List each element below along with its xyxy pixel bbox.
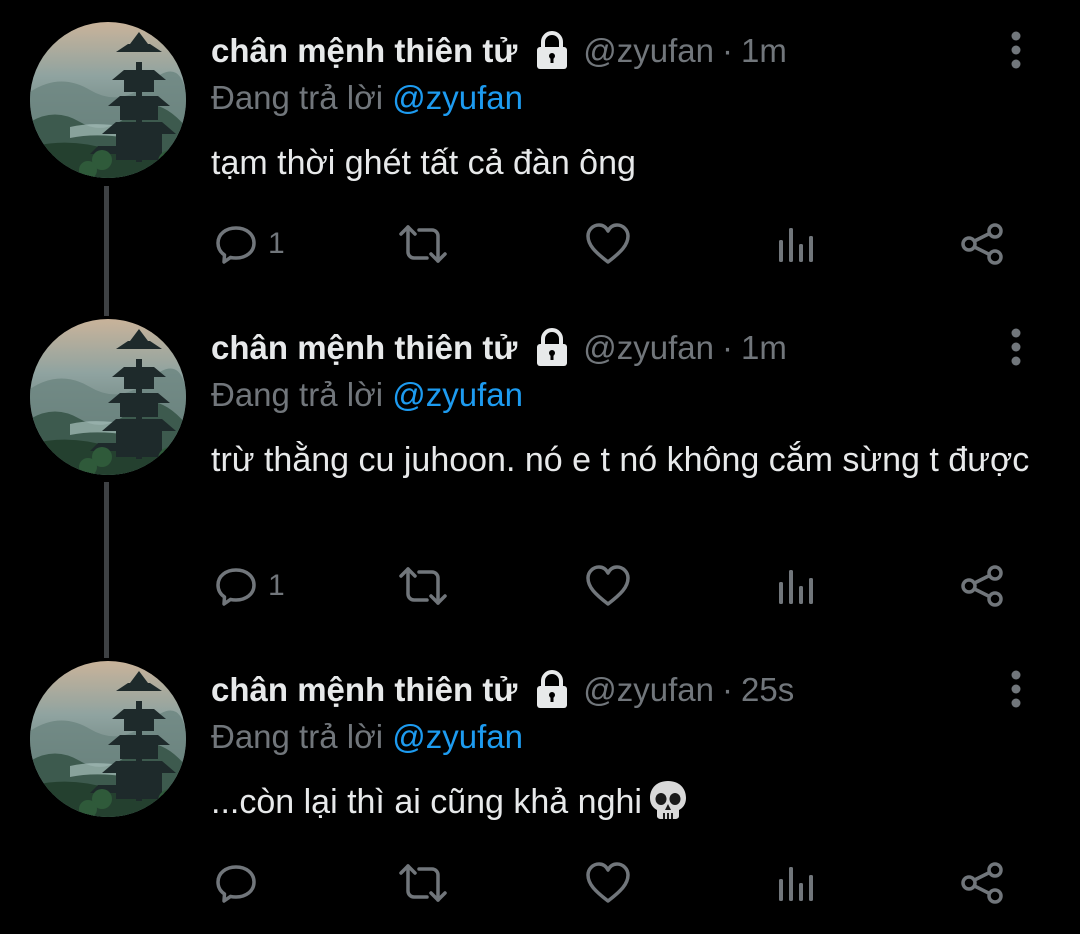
like-button[interactable]	[585, 556, 631, 616]
display-name[interactable]: chân mệnh thiên tử	[211, 329, 517, 367]
like-button[interactable]	[585, 853, 631, 913]
timestamp[interactable]: 1m	[741, 329, 787, 367]
tweet-header: chân mệnh thiên tử @zyufan · 1m	[211, 326, 787, 370]
separator: ·	[721, 32, 733, 69]
replying-to-label: Đang trả lời	[211, 376, 384, 413]
separator: ·	[721, 329, 733, 366]
action-bar: 1	[0, 556, 1080, 616]
avatar[interactable]	[30, 22, 186, 178]
handle[interactable]: @zyufan	[583, 329, 714, 367]
replying-to: Đang trả lời @zyufan	[211, 718, 523, 756]
heart-icon	[586, 565, 630, 606]
like-button[interactable]	[585, 214, 631, 274]
reply-mention-link[interactable]: @zyufan	[392, 79, 523, 116]
retweet-button[interactable]	[397, 556, 449, 616]
reply-count: 1	[268, 227, 285, 260]
tweet-text: ...còn lại thì ai cũng khả nghi	[211, 783, 642, 821]
lock-icon	[537, 31, 568, 69]
tweet-header: chân mệnh thiên tử @zyufan · 25s	[211, 668, 794, 712]
timestamp[interactable]: 1m	[741, 32, 787, 70]
heart-icon	[586, 862, 630, 903]
pagoda-landscape-avatar-image	[30, 319, 186, 475]
more-vertical-icon[interactable]	[1000, 327, 1032, 367]
replying-to-label: Đang trả lời	[211, 718, 384, 755]
views-button[interactable]	[776, 214, 816, 274]
reply-mention-link[interactable]: @zyufan	[392, 376, 523, 413]
avatar[interactable]	[30, 661, 186, 817]
handle[interactable]: @zyufan	[583, 32, 714, 70]
separator: ·	[721, 671, 733, 708]
action-bar: 1	[0, 214, 1080, 274]
reply-button[interactable]: 1	[214, 214, 285, 274]
share-icon	[961, 862, 1003, 904]
views-icon	[779, 867, 813, 901]
tweet-text: trừ thằng cu juhoon. nó e t nó không cắm…	[211, 441, 1030, 479]
avatar[interactable]	[30, 319, 186, 475]
tweet[interactable]: chân mệnh thiên tử @zyufan · 1m Đang trả…	[0, 297, 1080, 643]
views-icon	[779, 570, 813, 604]
reply-icon	[216, 226, 256, 264]
tweet[interactable]: chân mệnh thiên tử @zyufan · 25s Đang tr…	[0, 639, 1080, 934]
reply-icon	[216, 568, 256, 606]
share-button[interactable]	[960, 214, 1006, 274]
reply-mention-link[interactable]: @zyufan	[392, 718, 523, 755]
views-button[interactable]	[776, 556, 816, 616]
more-vertical-icon[interactable]	[1000, 669, 1032, 709]
action-bar	[0, 853, 1080, 913]
tweet[interactable]: chân mệnh thiên tử @zyufan · 1m Đang trả…	[0, 0, 1080, 300]
reply-icon	[216, 865, 256, 903]
retweet-button[interactable]	[397, 853, 449, 913]
pagoda-landscape-avatar-image	[30, 661, 186, 817]
replying-to: Đang trả lời @zyufan	[211, 79, 523, 117]
retweet-icon	[399, 864, 447, 902]
reply-count: 1	[268, 569, 285, 602]
display-name[interactable]: chân mệnh thiên tử	[211, 671, 517, 709]
timestamp[interactable]: 25s	[741, 671, 794, 709]
views-button[interactable]	[776, 853, 816, 913]
tweet-text: tạm thời ghét tất cả đàn ông	[211, 144, 636, 182]
share-button[interactable]	[960, 556, 1006, 616]
heart-icon	[586, 223, 630, 264]
retweet-icon	[399, 225, 447, 263]
replying-to-label: Đang trả lời	[211, 79, 384, 116]
share-button[interactable]	[960, 853, 1006, 913]
handle[interactable]: @zyufan	[583, 671, 714, 709]
reply-button[interactable]: 1	[214, 556, 285, 616]
pagoda-landscape-avatar-image	[30, 22, 186, 178]
share-icon	[961, 565, 1003, 607]
share-icon	[961, 223, 1003, 265]
tweet-text-container: ...còn lại thì ai cũng khả nghi	[211, 779, 1051, 825]
thread: chân mệnh thiên tử @zyufan · 1m Đang trả…	[0, 0, 1080, 934]
retweet-button[interactable]	[397, 214, 449, 274]
replying-to: Đang trả lời @zyufan	[211, 376, 523, 414]
views-icon	[779, 228, 813, 262]
reply-button[interactable]	[214, 853, 268, 913]
more-vertical-icon[interactable]	[1000, 30, 1032, 70]
lock-icon	[537, 328, 568, 366]
lock-icon	[537, 670, 568, 708]
display-name[interactable]: chân mệnh thiên tử	[211, 32, 517, 70]
tweet-header: chân mệnh thiên tử @zyufan · 1m	[211, 29, 787, 73]
skull-icon	[649, 781, 686, 819]
retweet-icon	[399, 567, 447, 605]
